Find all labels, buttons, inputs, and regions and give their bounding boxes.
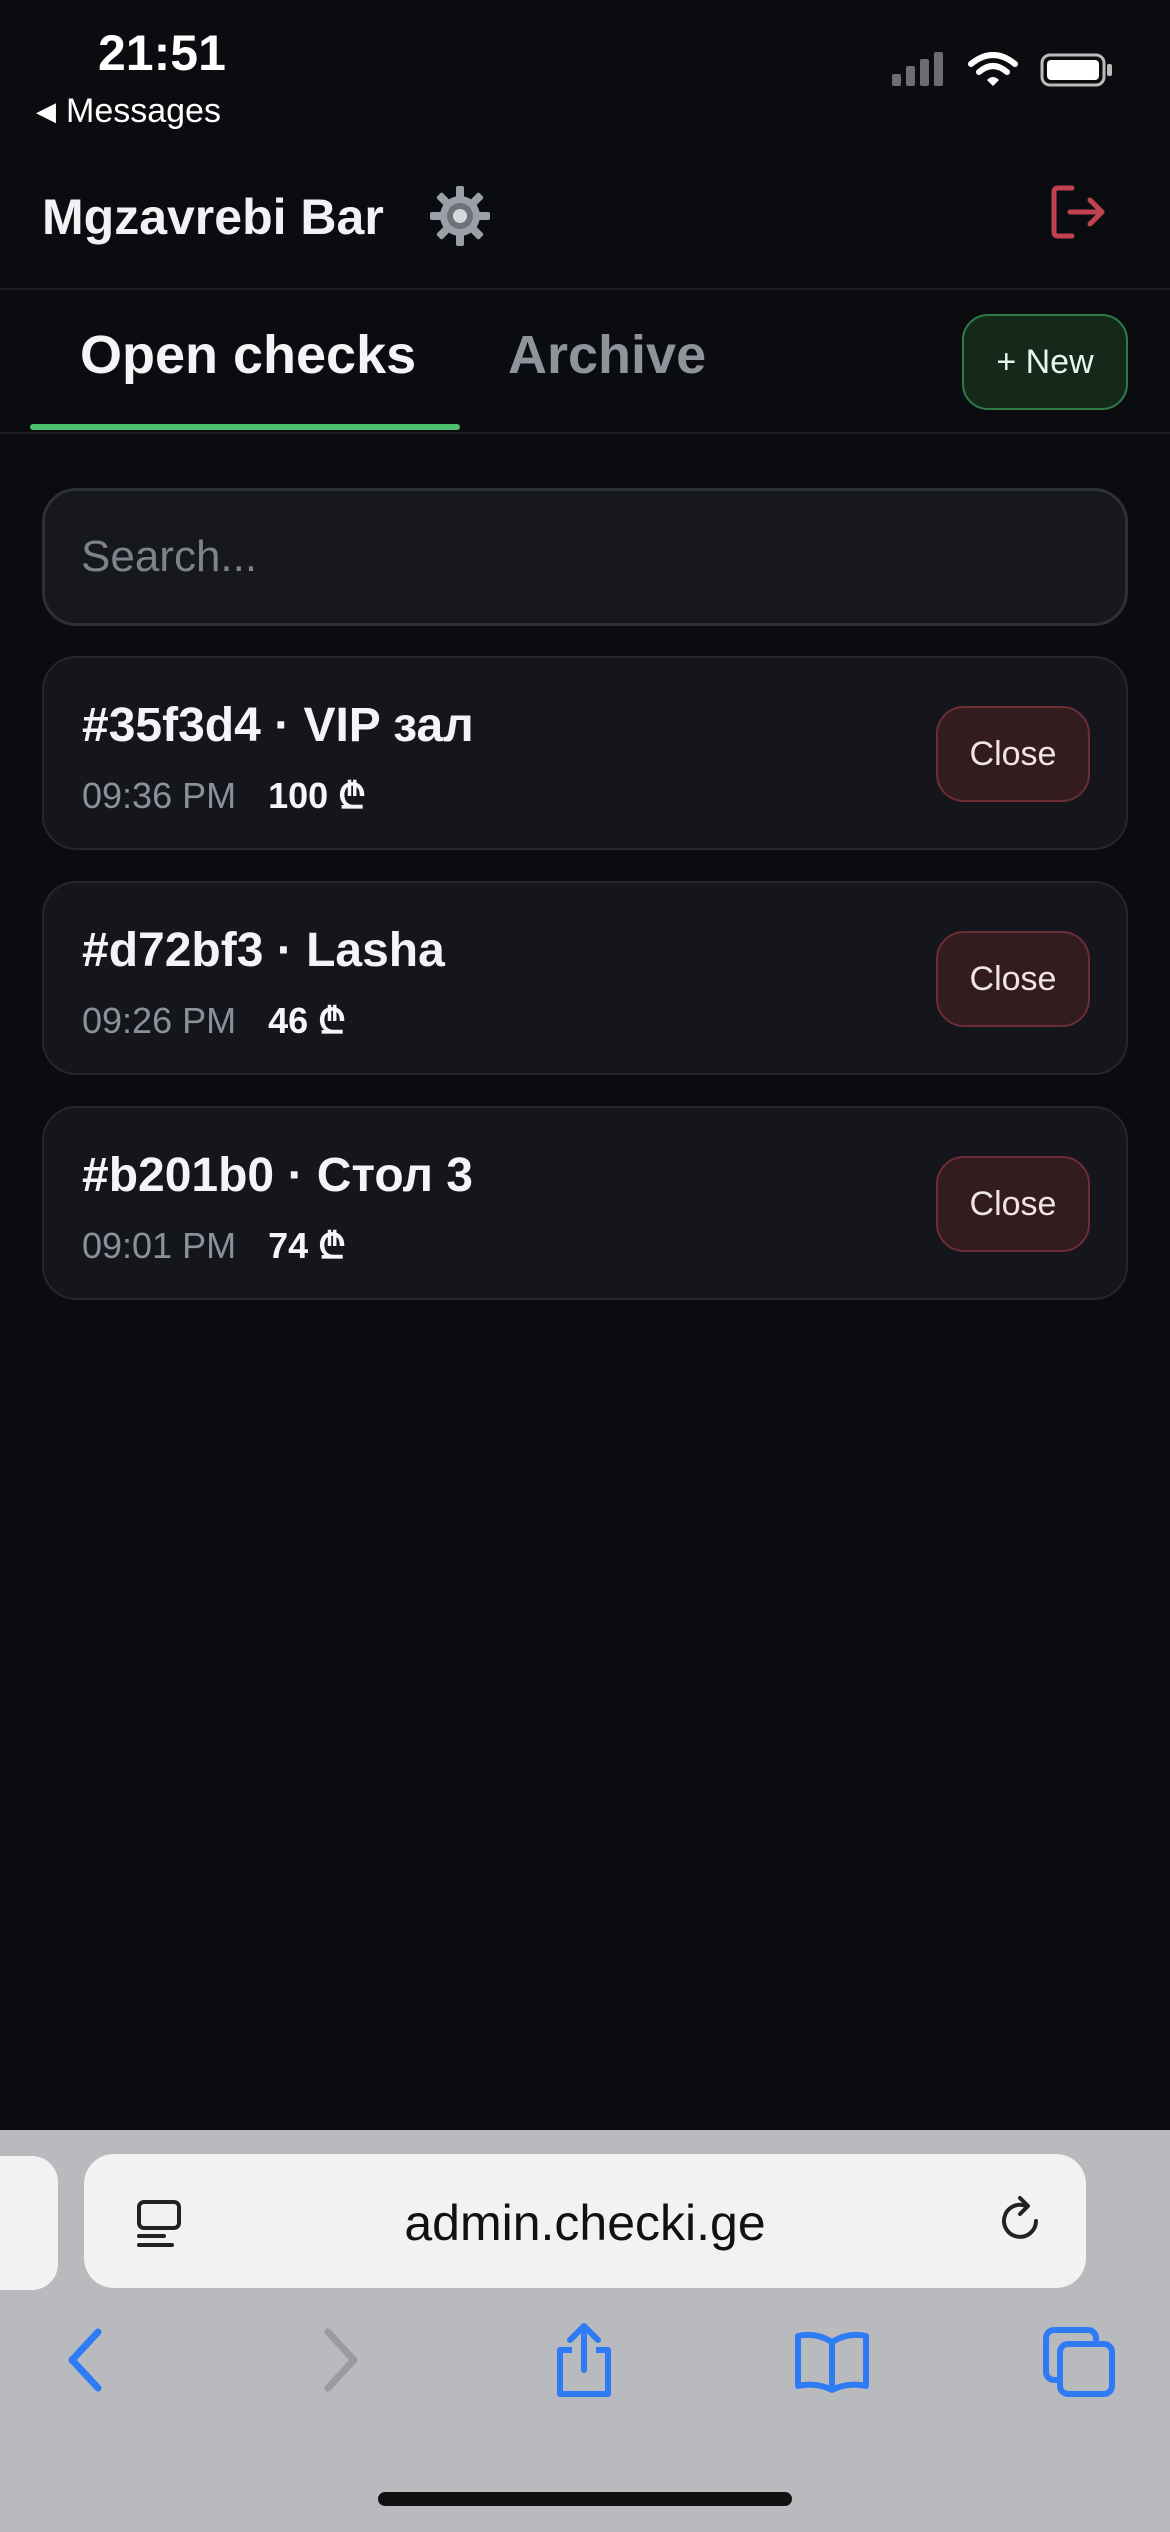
- check-meta: 09:36 PM 100 ₾: [82, 770, 366, 819]
- tabs-icon[interactable]: [1040, 2320, 1120, 2400]
- check-card: #b201b0 · Стол 3 09:01 PM 74 ₾ Close: [42, 1106, 1128, 1300]
- check-card: #d72bf3 · Lasha 09:26 PM 46 ₾ Close: [42, 881, 1128, 1075]
- url-text: admin.checki.ge: [404, 2195, 766, 2251]
- forward-icon[interactable]: [314, 2320, 364, 2400]
- reload-icon[interactable]: [994, 2194, 1048, 2248]
- settings-button[interactable]: [428, 184, 492, 253]
- cellular-signal-icon: [892, 52, 943, 86]
- logout-icon: [1051, 185, 1105, 239]
- tab-bar: Open checks Archive + New: [0, 290, 1170, 434]
- status-time: 21:51: [98, 25, 226, 81]
- check-title: #35f3d4 · VIP зал: [82, 699, 474, 752]
- back-icon[interactable]: [62, 2320, 112, 2400]
- back-triangle-icon: ◀: [36, 96, 56, 126]
- check-amount: 74 ₾: [268, 1225, 346, 1266]
- tab-archive[interactable]: Archive: [508, 324, 706, 386]
- battery-icon: [1040, 53, 1112, 87]
- check-title: #b201b0 · Стол 3: [82, 1149, 473, 1202]
- back-label: Messages: [66, 92, 221, 130]
- new-check-button[interactable]: + New: [962, 314, 1128, 410]
- wifi-icon: [968, 52, 1018, 86]
- address-bar[interactable]: admin.checki.ge: [84, 2154, 1086, 2288]
- check-title: #d72bf3 · Lasha: [82, 924, 445, 977]
- close-check-button[interactable]: Close: [936, 706, 1090, 802]
- back-to-messages[interactable]: ◀ Messages: [36, 92, 221, 131]
- bar-name: Mgzavrebi Bar: [42, 189, 384, 245]
- logout-button[interactable]: [1048, 182, 1108, 247]
- check-meta: 09:01 PM 74 ₾: [82, 1220, 346, 1269]
- close-check-button[interactable]: Close: [936, 931, 1090, 1027]
- check-amount: 100 ₾: [268, 775, 366, 816]
- check-time: 09:36 PM: [82, 775, 237, 816]
- home-indicator: [378, 2492, 792, 2506]
- share-icon[interactable]: [548, 2320, 620, 2400]
- previous-tab-preview[interactable]: [0, 2156, 58, 2290]
- bookmarks-icon[interactable]: [792, 2320, 872, 2400]
- tab-open-checks[interactable]: Open checks: [80, 324, 416, 386]
- browser-toolbar: admin.checki.ge: [0, 2130, 1170, 2532]
- check-time: 09:01 PM: [82, 1225, 237, 1266]
- check-card: #35f3d4 · VIP зал 09:36 PM 100 ₾ Close: [42, 656, 1128, 850]
- gear-icon: [430, 186, 490, 246]
- active-tab-indicator: [30, 424, 460, 430]
- check-meta: 09:26 PM 46 ₾: [82, 995, 346, 1044]
- check-amount: 46 ₾: [268, 1000, 346, 1041]
- search-input[interactable]: [42, 488, 1128, 626]
- close-check-button[interactable]: Close: [936, 1156, 1090, 1252]
- app-header: Mgzavrebi Bar: [0, 160, 1170, 290]
- status-icons: [892, 52, 1114, 88]
- check-time: 09:26 PM: [82, 1000, 237, 1041]
